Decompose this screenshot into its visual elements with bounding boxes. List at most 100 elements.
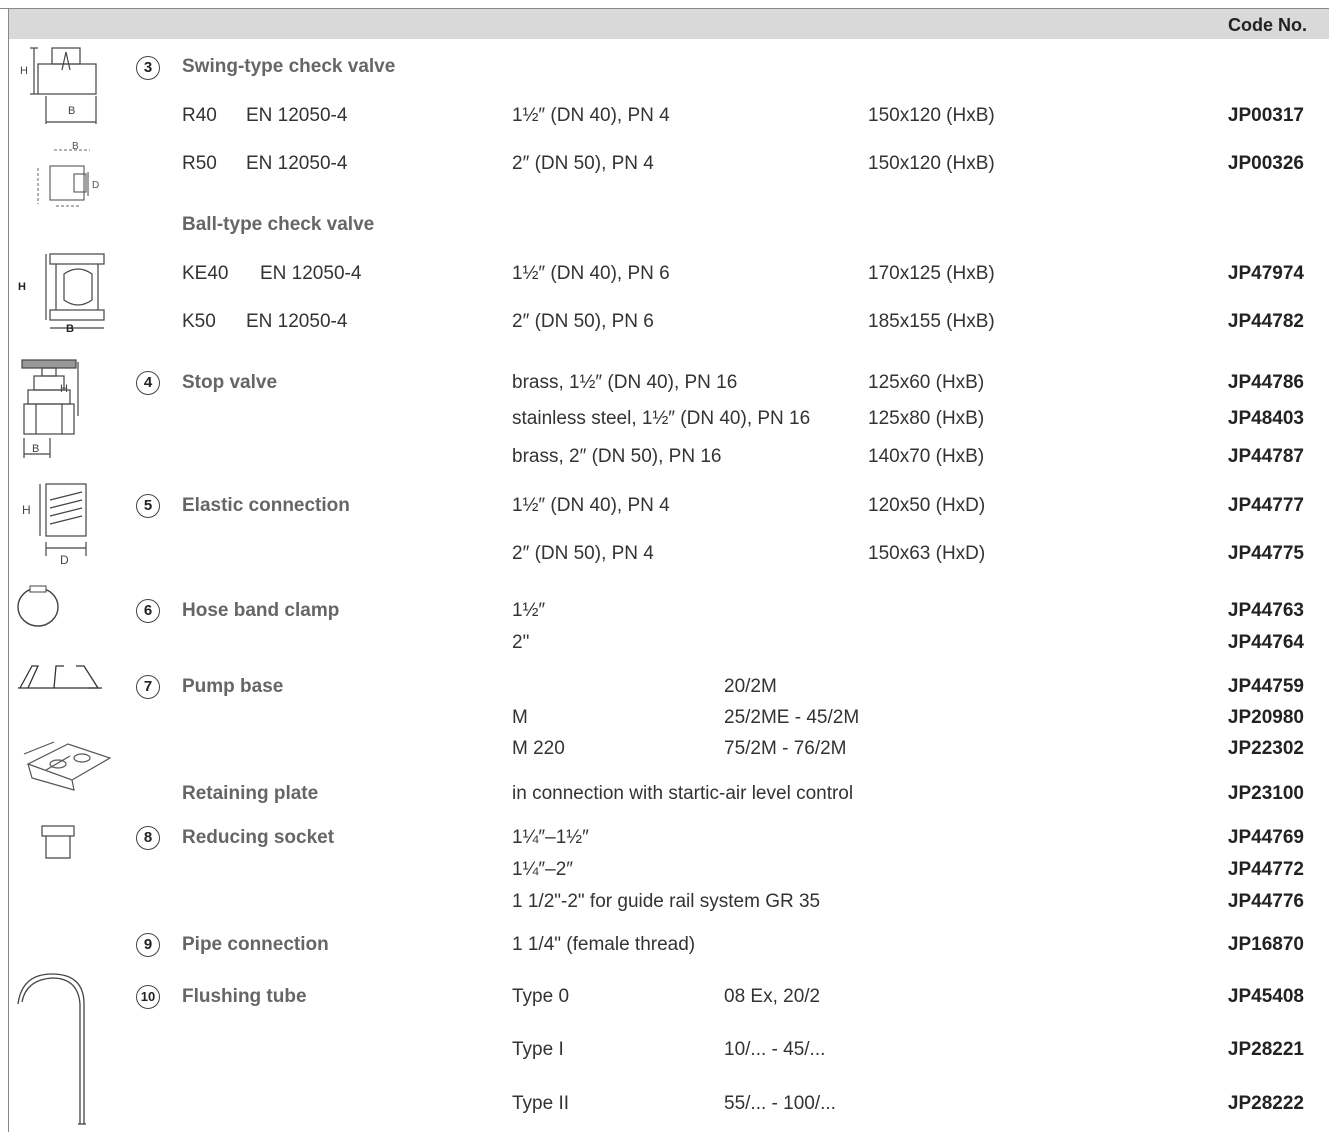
s3-row2-model: R50 <box>182 153 217 174</box>
s7-row2-spec: M <box>512 707 528 728</box>
section-10-title: Flushing tube <box>182 986 307 1007</box>
s8-row1-code: JP44769 <box>1227 827 1304 848</box>
s10-row3-type: Type II <box>512 1093 570 1114</box>
s5-row1-spec: 1½″ (DN 40), PN 4 <box>512 495 670 516</box>
s3-sub-row1-code: JP47974 <box>1227 263 1304 284</box>
s3-row1-std: EN 12050-4 <box>246 105 348 126</box>
s7-row1-code: JP44759 <box>1227 676 1304 697</box>
section-7-title: Pump base <box>182 676 284 697</box>
s8-row2-spec: 1¼″–2″ <box>512 859 573 880</box>
frame-left-line <box>8 8 9 1132</box>
s4-row1-spec: brass, 1½″ (DN 40), PN 16 <box>512 372 738 393</box>
section-10-number: 10 <box>136 985 160 1009</box>
s9-spec: 1 1/4" (female thread) <box>512 934 696 955</box>
dim-b-label: B <box>32 443 39 455</box>
section-7-number: 7 <box>136 675 160 699</box>
s3-sub-row2-dim: 185x155 (HxB) <box>868 311 995 332</box>
swing-check-valve-drawing: H B <box>20 47 97 124</box>
s10-row3-models: 55/... - 100/... <box>724 1093 836 1114</box>
retaining-plate-spec: in connection with startic-air level con… <box>512 783 854 804</box>
section-5-number: 5 <box>136 494 160 518</box>
section-8-title: Reducing socket <box>182 827 335 848</box>
check-valve-side-drawing: B D <box>37 141 99 207</box>
s10-row2-code: JP28221 <box>1227 1039 1304 1060</box>
s5-row2-dim: 150x63 (HxD) <box>868 543 986 564</box>
flushing-tube-drawing <box>17 973 86 1125</box>
s3-sub-row2-code: JP44782 <box>1227 311 1304 332</box>
s4-row2-spec: stainless steel, 1½″ (DN 40), PN 16 <box>512 408 811 429</box>
s3-row2-spec: 2″ (DN 50), PN 4 <box>512 153 654 174</box>
s5-row1-code: JP44777 <box>1227 495 1304 516</box>
s5-row1-dim: 120x50 (HxD) <box>868 495 986 516</box>
retaining-plate-drawing <box>23 741 112 791</box>
pump-base-drawing <box>18 665 102 689</box>
dim-h-label: H <box>60 383 68 395</box>
s7-row1-models: 20/2M <box>724 676 777 697</box>
section-4-number: 4 <box>136 371 160 395</box>
s8-row3-spec: 1 1/2"-2" for guide rail system GR 35 <box>512 891 821 912</box>
s3-sub-row1-spec: 1½″ (DN 40), PN 6 <box>512 263 670 284</box>
s6-row1-code: JP44763 <box>1227 600 1304 621</box>
stop-valve-drawing: H B <box>21 359 79 458</box>
dim-b-label: B <box>72 141 79 152</box>
s8-row1-spec: 1¼″–1½″ <box>512 827 589 848</box>
table-header: Code No. <box>9 9 1329 39</box>
s4-row2-code: JP48403 <box>1227 408 1304 429</box>
s6-row1-spec: 1½″ <box>512 600 546 621</box>
s10-row3-code: JP28222 <box>1227 1093 1304 1114</box>
s10-row1-code: JP45408 <box>1227 986 1304 1007</box>
s3-sub-row2-model: K50 <box>182 311 216 332</box>
s3-row1-model: R40 <box>182 105 217 126</box>
s3-row2-code: JP00326 <box>1227 153 1304 174</box>
s3-row2-std: EN 12050-4 <box>246 153 348 174</box>
section-4-title: Stop valve <box>182 372 278 393</box>
s3-row1-dim: 150x120 (HxB) <box>868 105 995 126</box>
s6-row2-code: JP44764 <box>1227 632 1304 653</box>
s3-row1-code: JP00317 <box>1227 105 1304 126</box>
section-9-title: Pipe connection <box>182 934 329 955</box>
s4-row1-dim: 125x60 (HxB) <box>868 372 985 393</box>
dim-h-label: H <box>22 503 31 517</box>
s5-row2-code: JP44775 <box>1227 543 1304 564</box>
hose-clamp-drawing <box>17 585 59 627</box>
section-3-title: Swing-type check valve <box>182 56 396 77</box>
s7-row2-models: 25/2ME - 45/2M <box>724 707 860 728</box>
dim-d-label: D <box>92 180 99 191</box>
s8-row2-code: JP44772 <box>1227 859 1304 880</box>
section-6-number: 6 <box>136 599 160 623</box>
section-6-title: Hose band clamp <box>182 600 340 621</box>
s4-row2-dim: 125x80 (HxB) <box>868 408 985 429</box>
dim-d-label: D <box>60 553 69 567</box>
ball-check-valve-drawing: H B <box>18 253 105 335</box>
s10-row1-type: Type 0 <box>512 986 570 1007</box>
elastic-connection-drawing: H D <box>22 483 87 567</box>
s7-row2-code: JP20980 <box>1227 707 1304 728</box>
s7-row3-code: JP22302 <box>1227 738 1304 759</box>
retaining-plate-title: Retaining plate <box>182 783 319 804</box>
s3-sub-row1-model: KE40 <box>182 263 229 284</box>
s3-sub-row2-spec: 2″ (DN 50), PN 6 <box>512 311 654 332</box>
section-3-number: 3 <box>136 56 160 80</box>
s6-row2-spec: 2" <box>512 632 530 653</box>
ball-check-valve-title: Ball-type check valve <box>182 214 375 235</box>
code-no-header: Code No. <box>1228 15 1307 35</box>
s4-row1-code: JP44786 <box>1227 372 1304 393</box>
dim-h-label: H <box>20 65 28 77</box>
dim-b-label: B <box>66 323 74 335</box>
s10-row2-type: Type I <box>512 1039 564 1060</box>
s3-row1-spec: 1½″ (DN 40), PN 4 <box>512 105 670 126</box>
dim-b-label: B <box>68 105 75 117</box>
section-8-number: 8 <box>136 826 160 850</box>
s4-row3-code: JP44787 <box>1227 446 1304 467</box>
s8-row3-code: JP44776 <box>1227 891 1304 912</box>
s10-row1-models: 08 Ex, 20/2 <box>724 986 821 1007</box>
s10-row2-models: 10/... - 45/... <box>724 1039 826 1060</box>
s3-sub-row1-dim: 170x125 (HxB) <box>868 263 995 284</box>
s7-row3-spec: M 220 <box>512 738 565 759</box>
s3-sub-row2-std: EN 12050-4 <box>246 311 348 332</box>
s9-code: JP16870 <box>1227 934 1304 955</box>
s5-row2-spec: 2″ (DN 50), PN 4 <box>512 543 654 564</box>
s4-row3-dim: 140x70 (HxB) <box>868 446 985 467</box>
section-9-number: 9 <box>136 933 160 957</box>
s4-row3-spec: brass, 2″ (DN 50), PN 16 <box>512 446 722 467</box>
